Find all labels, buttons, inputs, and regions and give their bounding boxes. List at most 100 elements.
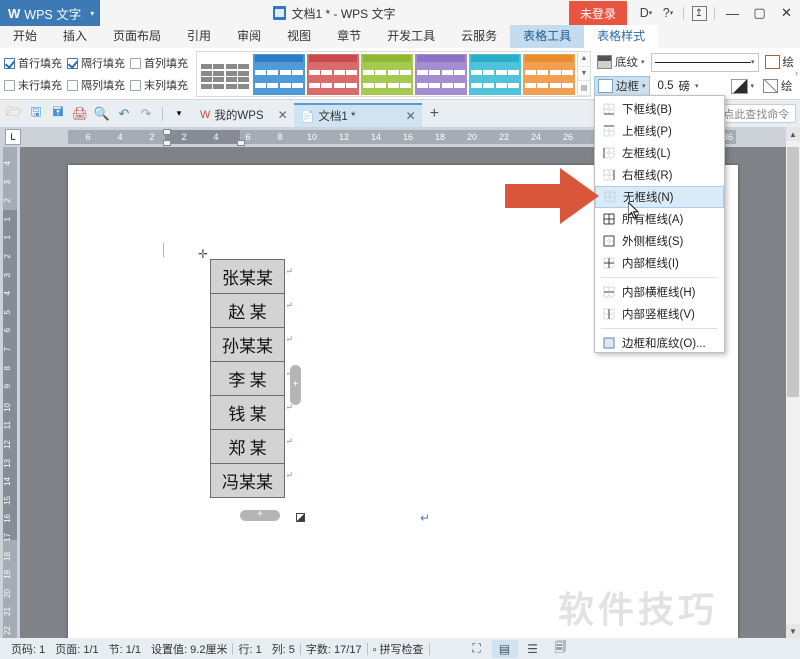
gallery-scroll-controls[interactable]: ▲ ▼ ▤ <box>578 51 591 97</box>
outline-view[interactable]: ☰ <box>520 640 546 658</box>
tab-stop-selector[interactable]: L <box>5 129 21 145</box>
table-cell-name[interactable]: 赵 某 ↵ <box>210 293 293 328</box>
table-cell-name[interactable]: 李 某↵ <box>210 361 293 396</box>
menu-item-border-inside-vertical[interactable]: 内部竖框线(V) <box>595 303 724 325</box>
ribbon-tab-0[interactable]: 开始 <box>0 25 50 48</box>
menu-item-border-left[interactable]: 左框线(L) <box>595 142 724 164</box>
line-style-combo[interactable]: ▾ <box>650 52 759 72</box>
table-style-thumb-5[interactable] <box>469 53 521 95</box>
table-style-thumb-2[interactable] <box>307 53 359 95</box>
menu-item-border-none[interactable]: 无框线(N) <box>595 186 724 208</box>
share-upload-icon[interactable]: ↥ <box>688 0 710 26</box>
chevron-down-icon[interactable]: ▾ <box>90 9 94 18</box>
redo-icon[interactable]: ↷ <box>136 104 156 124</box>
doc-tab-1[interactable]: 📄 文档1 * ✕ <box>293 103 422 127</box>
customize-toolbar-caret-icon[interactable]: ▾ <box>169 104 189 124</box>
minimize-button[interactable]: — <box>719 0 746 26</box>
checkbox-4[interactable]: 隔列填充 <box>67 74 130 96</box>
menu-item-borders-shading[interactable]: 边框和底纹(O)... <box>595 332 724 354</box>
pen-color-button[interactable]: ▾ <box>728 76 758 97</box>
table-cell-name[interactable]: 孙某某 ↵ <box>210 327 293 362</box>
checkbox-1[interactable]: 隔行填充 <box>67 52 130 74</box>
table-styles-gallery[interactable] <box>196 51 578 97</box>
ribbon-tab-8[interactable]: 云服务 <box>448 25 510 48</box>
table-cell-name[interactable]: 郑 某 ↵ <box>210 429 293 464</box>
close-button[interactable]: ✕ <box>773 0 800 26</box>
first-line-indent-marker[interactable] <box>163 129 171 135</box>
line-weight-stepper[interactable]: 0.5 磅 ▾ <box>653 77 725 96</box>
print-preview-icon[interactable]: 🔍 <box>92 104 112 124</box>
login-button[interactable]: 未登录 <box>568 0 627 26</box>
full-screen-view[interactable]: ⛶ <box>464 640 490 658</box>
maximize-button[interactable]: ▢ <box>746 0 773 26</box>
close-tab-icon[interactable]: ✕ <box>406 109 416 123</box>
draw-table-button[interactable]: 绘 <box>762 52 798 73</box>
app-logo-badge[interactable]: W WPS 文字 ▾ <box>0 0 100 26</box>
gallery-scroll-down-icon[interactable]: ▼ <box>578 67 590 82</box>
chevron-down-icon[interactable]: ▾ <box>642 82 646 90</box>
ribbon-tab-9[interactable]: 表格工具 <box>510 25 585 48</box>
table-row[interactable]: 孙某某 ↵ <box>210 327 293 362</box>
ribbon-tab-6[interactable]: 章节 <box>324 25 374 48</box>
insert-row-button[interactable]: + <box>240 510 280 521</box>
new-tab-button[interactable]: + <box>422 105 447 123</box>
shading-button[interactable]: 底纹 ▾ <box>594 52 648 73</box>
chevron-down-icon[interactable]: ▾ <box>751 58 755 66</box>
table-row[interactable]: 冯某某 ↵ <box>210 463 293 498</box>
ribbon-tab-10[interactable]: 表格样式 <box>584 25 659 48</box>
checkbox-2[interactable]: 首列填充 <box>130 52 193 74</box>
border-button[interactable]: 边框 ▾ <box>594 75 650 97</box>
save-icon[interactable]: 🖫 <box>26 104 46 124</box>
gallery-scroll-up-icon[interactable]: ▲ <box>578 52 590 67</box>
ribbon-expand-icon[interactable]: › <box>795 68 798 78</box>
table-row[interactable]: 郑 某 ↵ <box>210 429 293 464</box>
scroll-down-icon[interactable]: ▼ <box>786 624 800 638</box>
table-cell-name[interactable]: 钱 某 ↵ <box>210 395 293 430</box>
border-dropdown-menu[interactable]: 下框线(B) 上框线(P) 左框线(L) 右框线(R) 无框线(N) 所有框线(A) 外侧框… <box>594 95 725 353</box>
close-tab-icon[interactable]: ✕ <box>278 108 288 122</box>
chevron-down-icon[interactable]: ▾ <box>695 82 699 90</box>
table-style-thumb-1[interactable] <box>253 53 305 95</box>
menu-item-border-outside[interactable]: 外侧框线(S) <box>595 230 724 252</box>
page-view[interactable]: ▤ <box>491 639 518 658</box>
menu-item-border-all[interactable]: 所有框线(A) <box>595 208 724 230</box>
help-icon[interactable]: ? ▾ <box>657 0 679 26</box>
ribbon-tab-5[interactable]: 视图 <box>274 25 324 48</box>
vertical-ruler[interactable]: 4 3 2 1 1 2 3 4 5 6 7 8 9 10 11 12 13 14 15 16 17 18 19 20 21 22 <box>0 147 20 638</box>
ribbon-tab-1[interactable]: 插入 <box>50 25 100 48</box>
status-spellcheck[interactable]: ▫ 拼写检查 <box>368 641 429 657</box>
checkbox-5[interactable]: 末列填充 <box>130 74 193 96</box>
open-folder-icon[interactable]: 🗁 <box>4 104 24 124</box>
wps-cloud-icon[interactable]: D ▾ <box>635 0 657 26</box>
table-row[interactable]: 张某某 ↵ <box>210 259 293 294</box>
checkbox-0[interactable]: 首行填充 <box>4 52 67 74</box>
menu-item-border-top[interactable]: 上框线(P) <box>595 120 724 142</box>
scroll-up-icon[interactable]: ▲ <box>786 127 800 141</box>
table-cell-name[interactable]: 张某某 ↵ <box>210 259 293 294</box>
save-as-icon[interactable]: 🖬 <box>48 104 68 124</box>
hanging-indent-marker[interactable] <box>163 140 171 146</box>
ribbon-tab-4[interactable]: 审阅 <box>224 25 274 48</box>
scrollbar-thumb[interactable] <box>787 147 799 397</box>
print-icon[interactable]: 🖨 <box>70 104 90 124</box>
table-style-thumb-6[interactable] <box>523 53 575 95</box>
table-style-thumb-4[interactable] <box>415 53 467 95</box>
table-cell-name[interactable]: 冯某某 ↵ <box>210 463 293 498</box>
ribbon-tab-7[interactable]: 开发工具 <box>374 25 448 48</box>
gallery-expand-icon[interactable]: ▤ <box>578 81 590 97</box>
table-style-thumb-3[interactable] <box>361 53 413 95</box>
web-view[interactable]: 🗐 <box>548 640 574 658</box>
erase-button[interactable]: 绘 <box>760 76 796 97</box>
right-indent-marker[interactable] <box>237 140 245 146</box>
undo-icon[interactable]: ↶ <box>114 104 134 124</box>
chevron-down-icon[interactable]: ▾ <box>751 82 755 90</box>
insert-column-button[interactable]: + <box>290 365 301 405</box>
menu-item-border-inside-horizontal[interactable]: 内部横框线(H) <box>595 281 724 303</box>
checkbox-3[interactable]: 末行填充 <box>4 74 67 96</box>
vertical-scrollbar[interactable]: ▲ ▼ <box>786 127 800 638</box>
ribbon-tab-2[interactable]: 页面布局 <box>100 25 174 48</box>
doc-tab-0[interactable]: W 我的WPS ✕ <box>193 103 294 127</box>
table-row[interactable]: 赵 某 ↵ <box>210 293 293 328</box>
ribbon-tab-3[interactable]: 引用 <box>174 25 224 48</box>
name-table[interactable]: 张某某 ↵ 赵 某 ↵ 孙某某 ↵ 李 某↵钱 某↵ 郑 某 ↵ 冯某某 ↵ <box>210 259 293 498</box>
